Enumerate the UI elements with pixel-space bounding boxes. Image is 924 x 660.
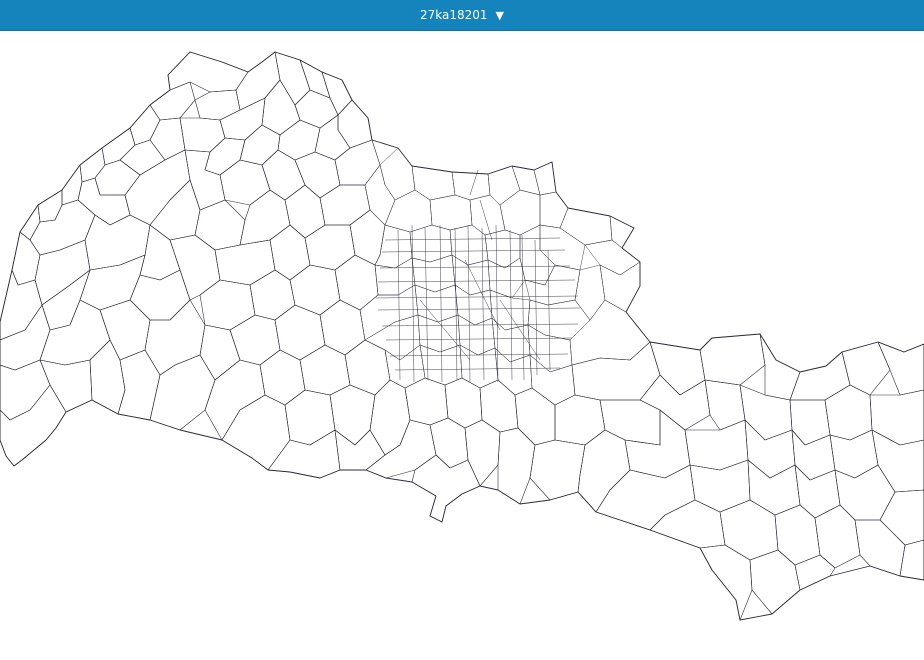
area-code-label: 27ka18201 [419, 8, 488, 22]
south-central-parcels [365, 341, 661, 523]
eastern-parcels [595, 333, 924, 621]
city-center-parcels [359, 147, 651, 406]
triangle-down-icon: ▼ [495, 8, 504, 22]
area-selector-dropdown[interactable]: 27ka18201 ▼ [0, 0, 924, 31]
district-boundary-map[interactable] [0, 31, 924, 660]
central-west-parcels [199, 184, 391, 479]
region-outline [0, 51, 924, 621]
western-parcels [0, 139, 381, 467]
coastal-parcels [19, 51, 373, 241]
